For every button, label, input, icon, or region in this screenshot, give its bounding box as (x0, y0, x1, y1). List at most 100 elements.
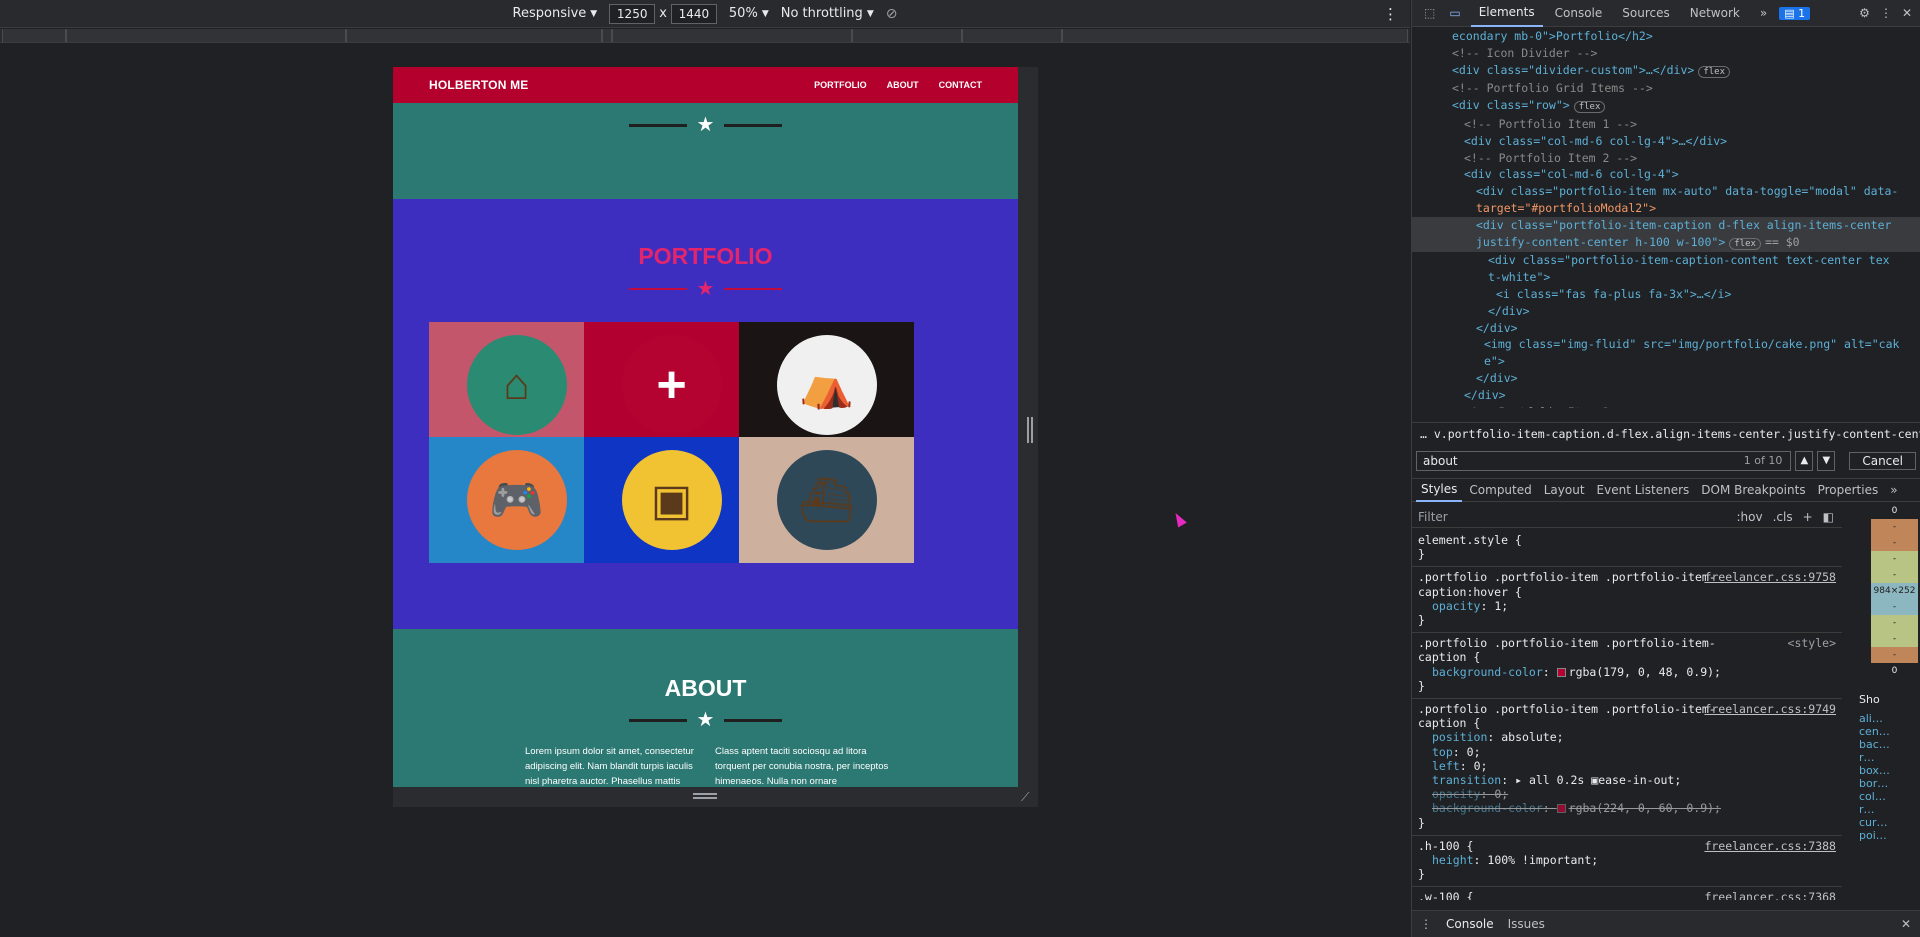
dom-node[interactable]: </div> (1412, 303, 1920, 320)
flex-badge[interactable]: flex (1729, 237, 1761, 250)
device-toggle-icon[interactable]: ▭ (1443, 6, 1466, 20)
close-icon[interactable]: ✕ (1902, 6, 1920, 20)
computed-property-label[interactable]: cur… (1859, 816, 1920, 829)
box-model-value[interactable]: - (1871, 615, 1918, 631)
box-model-value[interactable]: - (1871, 567, 1918, 583)
styles-tab-1[interactable]: Computed (1464, 479, 1536, 501)
computed-property-label[interactable]: r… (1859, 803, 1920, 816)
media-query-segment[interactable] (962, 29, 1062, 42)
box-model-value[interactable]: - (1871, 647, 1918, 663)
css-source-link[interactable]: freelancer.css:9749 (1704, 702, 1836, 716)
media-query-segment[interactable] (602, 29, 612, 42)
css-source-link[interactable]: <style> (1788, 636, 1836, 650)
settings-icon[interactable]: ⚙ (1859, 6, 1870, 20)
dom-node[interactable]: <!-- Icon Divider --> (1412, 45, 1920, 62)
tab-more[interactable]: » (1752, 0, 1775, 26)
filter-input[interactable]: Filter (1418, 510, 1448, 524)
box-model-value[interactable]: 0 (1871, 663, 1918, 679)
computed-property-label[interactable]: r… (1859, 751, 1920, 764)
computed-property-label[interactable]: box… (1859, 764, 1920, 777)
search-input[interactable]: about 1 of 10 (1416, 451, 1792, 471)
hov-toggle[interactable]: :hov (1737, 510, 1763, 524)
css-rule[interactable]: .portfolio .portfolio-item .portfolio-it… (1412, 567, 1842, 634)
device-select[interactable]: Responsive ▼ (513, 6, 598, 21)
css-property[interactable]: top: 0; (1418, 745, 1836, 759)
tab-elements[interactable]: Elements (1470, 0, 1543, 27)
more-options-icon[interactable]: ⋮ (1383, 5, 1398, 23)
zoom-select[interactable]: 50% ▼ (729, 6, 769, 21)
dom-node[interactable]: <div class="portfolio-item-caption d-fle… (1412, 216, 1920, 234)
flex-badge[interactable]: flex (1698, 65, 1731, 78)
dom-node[interactable]: <div class="row"> flex (1412, 97, 1920, 116)
drawer-tab-issues[interactable]: Issues (1508, 917, 1545, 931)
portfolio-item-submarine[interactable]: ⛴ (739, 437, 914, 563)
box-model-value[interactable]: - (1871, 535, 1918, 551)
dom-node[interactable]: <div class="col-md-6 col-lg-4"> (1412, 166, 1920, 183)
portfolio-item-cake[interactable]: + (584, 322, 759, 448)
styles-tab-5[interactable]: Properties (1813, 479, 1884, 501)
dom-node[interactable]: <!-- Portfolio Item 1 --> (1412, 116, 1920, 133)
media-query-segment[interactable] (612, 29, 852, 42)
rotate-icon[interactable]: ⊘ (886, 6, 898, 22)
drawer-menu-icon[interactable]: ⋮ (1420, 917, 1432, 931)
box-model-value[interactable]: - (1871, 519, 1918, 535)
css-property[interactable]: transition: ▸ all 0.2s ▣ease-in-out; (1418, 773, 1836, 787)
computed-property-label[interactable]: bac… (1859, 738, 1920, 751)
computed-property-label[interactable]: poi… (1859, 829, 1920, 842)
css-property[interactable]: opacity: 0; (1418, 787, 1836, 801)
dom-node[interactable]: <!-- Portfolio Item 3 --> (1412, 404, 1920, 408)
box-model-value[interactable]: - (1871, 631, 1918, 647)
css-rule[interactable]: .h-100 {freelancer.css:7388 height: 100% … (1412, 836, 1842, 888)
elements-tree[interactable]: econdary mb-0">Portfolio</h2> <!-- Icon D… (1412, 28, 1920, 408)
css-property[interactable]: left: 0; (1418, 759, 1836, 773)
dom-node[interactable]: <div class="divider-custom">…</div> flex (1412, 62, 1920, 81)
sidebar-toggle-icon[interactable]: ◧ (1823, 510, 1834, 524)
styles-tab-4[interactable]: DOM Breakpoints (1696, 479, 1810, 501)
css-rule[interactable]: .portfolio .portfolio-item .portfolio-it… (1412, 633, 1842, 700)
portfolio-item-cabin[interactable]: ⌂ (429, 322, 604, 448)
tab-sources[interactable]: Sources (1614, 0, 1677, 26)
color-swatch-icon[interactable] (1556, 667, 1566, 677)
dom-node[interactable]: </div> (1412, 370, 1920, 387)
resize-corner-icon[interactable]: ⟋ (1021, 790, 1029, 805)
inspect-icon[interactable]: ⬚ (1420, 6, 1439, 20)
more-options-icon[interactable]: ⋮ (1874, 6, 1898, 20)
css-rule[interactable]: element.style {} (1412, 530, 1842, 568)
resize-handle-bottom[interactable] (693, 793, 717, 799)
tab-network[interactable]: Network (1682, 0, 1748, 26)
computed-property-label[interactable]: ali… (1859, 712, 1920, 725)
nav-link-about[interactable]: ABOUT (887, 80, 919, 90)
computed-property-label[interactable]: bor… (1859, 777, 1920, 790)
dom-node[interactable]: <div class="portfolio-item mx-auto" data… (1412, 183, 1920, 200)
css-source-link[interactable]: freelancer.css:7388 (1704, 839, 1836, 853)
dom-node[interactable]: <!-- Portfolio Item 2 --> (1412, 150, 1920, 167)
nav-link-portfolio[interactable]: PORTFOLIO (814, 80, 867, 90)
portfolio-item-game[interactable]: 🎮 (429, 437, 604, 563)
nav-link-contact[interactable]: CONTACT (939, 80, 982, 90)
brand-logo[interactable]: HOLBERTON ME (429, 78, 529, 92)
computed-property-label[interactable]: cen… (1859, 725, 1920, 738)
css-property[interactable]: position: absolute; (1418, 730, 1836, 744)
dom-node[interactable]: <i class="fas fa-plus fa-3x">…</i> (1412, 286, 1920, 303)
dom-node[interactable]: justify-content-center h-100 w-100"> flex… (1412, 233, 1920, 253)
search-cancel-button[interactable]: Cancel (1849, 452, 1916, 470)
css-property[interactable]: background-color: rgba(179, 0, 48, 0.9); (1418, 665, 1836, 679)
dom-node[interactable]: <!-- Portfolio Grid Items --> (1412, 80, 1920, 97)
breadcrumb[interactable]: … v.portfolio-item-caption.d-flex.align-… (1412, 422, 1920, 444)
dom-node[interactable]: </div> (1412, 320, 1920, 337)
box-model-value[interactable]: 0 (1871, 503, 1918, 519)
box-model-value[interactable]: - (1871, 551, 1918, 567)
drawer-tab-console[interactable]: Console (1446, 917, 1494, 931)
css-property[interactable]: opacity: 1; (1418, 599, 1836, 613)
search-next-icon[interactable]: ▼ (1817, 451, 1836, 471)
dom-node[interactable]: econdary mb-0">Portfolio</h2> (1412, 28, 1920, 45)
resize-handle-right[interactable] (1027, 417, 1033, 443)
portfolio-item-caption[interactable]: + (584, 322, 759, 448)
issues-badge[interactable]: ▤ 1 (1779, 6, 1811, 20)
dom-node[interactable]: t-white"> (1412, 269, 1920, 286)
dom-node[interactable]: target="#portfolioModal2"> (1412, 200, 1920, 217)
new-rule-icon[interactable]: + (1803, 510, 1813, 524)
media-query-bar[interactable] (0, 29, 1410, 43)
portfolio-item-circus[interactable]: ⛺ (739, 322, 914, 448)
portfolio-item-safe[interactable]: ▣ (584, 437, 759, 563)
